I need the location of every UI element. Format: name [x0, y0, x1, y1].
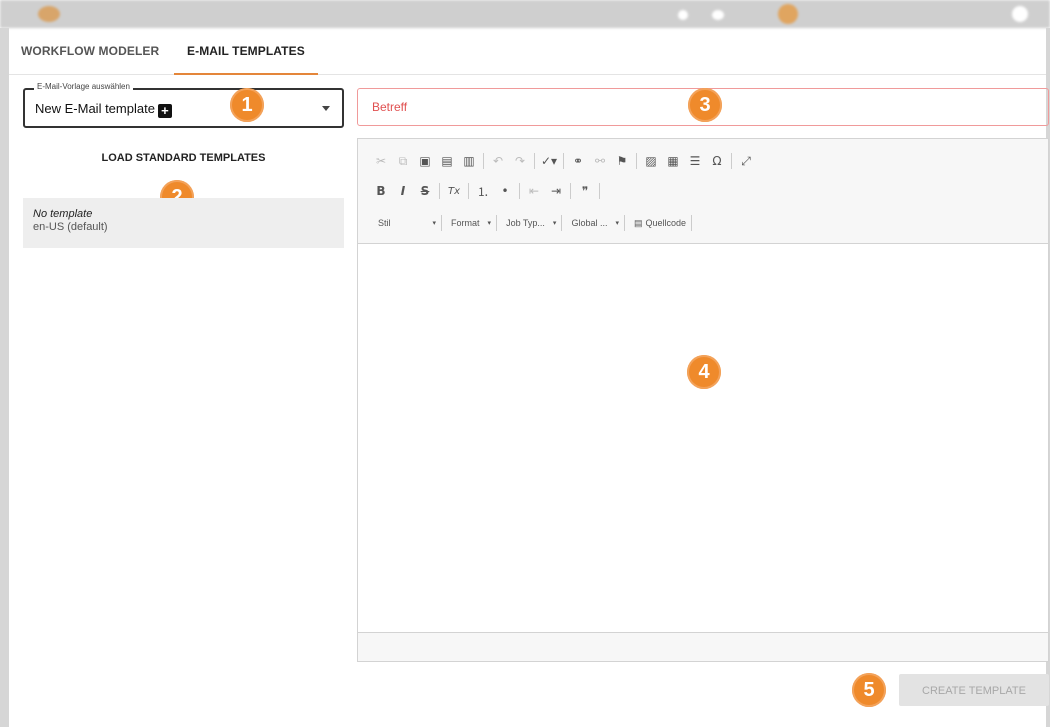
app-header-bar [0, 0, 1050, 28]
maximize-icon[interactable]: ⤢ [737, 152, 755, 170]
step-badge-4: 4 [687, 355, 721, 389]
plus-icon: + [157, 104, 172, 118]
step-badge-5: 5 [852, 673, 886, 707]
toolbar-row-3: Stil ▾ Format ▾ Job Typ... ▾ Global ... ▾ ▤ Quell… [374, 213, 697, 233]
dropdown-label: Stil [378, 218, 391, 228]
dropdown-job-typ[interactable]: Job Typ... ▾ [502, 214, 560, 232]
toolbar-separator [561, 215, 563, 231]
cut-icon[interactable]: ✂ [372, 152, 390, 170]
load-standard-templates-button[interactable]: LOAD STANDARD TEMPLATES [23, 152, 344, 164]
editor-content-area[interactable] [358, 244, 1048, 634]
toolbar-separator [496, 215, 498, 231]
toolbar-separator [623, 215, 625, 231]
strike-icon[interactable]: S [416, 182, 434, 200]
spellcheck-icon[interactable]: ✓▾ [540, 152, 558, 170]
horizontal-line-icon[interactable]: ☰ [686, 152, 704, 170]
cart-icon[interactable] [712, 10, 724, 20]
editor-status-bar [358, 632, 1048, 661]
italic-icon[interactable]: I [394, 182, 412, 200]
left-rail [0, 28, 9, 727]
bulleted-list-icon[interactable]: • [496, 182, 514, 200]
create-template-button[interactable]: CREATE TEMPLATE [899, 674, 1049, 706]
toolbar-separator [599, 183, 600, 199]
redo-icon[interactable]: ↷ [511, 152, 529, 170]
link-icon[interactable]: ⚭ [569, 152, 587, 170]
avatar[interactable] [778, 4, 798, 24]
toolbar-separator [519, 183, 520, 199]
tab-bar: WORKFLOW MODELER E-MAIL TEMPLATES [9, 28, 1046, 75]
chevron-down-icon: ▾ [487, 220, 492, 227]
toolbar-row-1: ✂ ⧉ ▣ ▤ ▥ ↶ ↷ ✓▾ ⚭ ⚯ ⚑ ▨ ▦ ☰ Ω ⤢ [372, 151, 759, 171]
tab-email-templates[interactable]: E-MAIL TEMPLATES [174, 28, 318, 75]
dropdown-label: Job Typ... [506, 218, 545, 228]
chevron-down-icon: ▾ [615, 220, 619, 227]
dropdown-stil[interactable]: Stil ▾ [374, 214, 440, 232]
template-select-label: E-Mail-Vorlage auswählen [34, 82, 133, 91]
unlink-icon[interactable]: ⚯ [591, 152, 609, 170]
toolbar-separator [691, 215, 693, 231]
indent-icon[interactable]: ⇥ [547, 182, 565, 200]
blockquote-icon[interactable]: ❞ [576, 182, 594, 200]
dropdown-label: Quellcode [645, 218, 687, 228]
subject-input[interactable] [370, 99, 974, 115]
dropdown-global[interactable]: Global ... ▾ [567, 214, 623, 232]
user-icon[interactable] [1012, 6, 1028, 22]
toolbar-separator [636, 153, 637, 169]
paste-word-icon[interactable]: ▥ [460, 152, 478, 170]
paste-text-icon[interactable]: ▤ [438, 152, 456, 170]
template-locale: en-US (default) [33, 221, 108, 233]
chevron-down-icon: ▾ [552, 220, 557, 227]
template-select[interactable]: E-Mail-Vorlage auswählen New E-Mail temp… [23, 82, 344, 128]
undo-icon[interactable]: ↶ [489, 152, 507, 170]
toolbar-separator [439, 183, 440, 199]
template-select-value: New E-Mail template + [35, 101, 172, 118]
bold-icon[interactable]: B [372, 182, 390, 200]
special-char-icon[interactable]: Ω [708, 152, 726, 170]
paste-icon[interactable]: ▣ [416, 152, 434, 170]
chevron-down-icon[interactable] [322, 106, 330, 111]
step-badge-3: 3 [688, 88, 722, 122]
outdent-icon[interactable]: ⇤ [525, 182, 543, 200]
step-badge-1: 1 [230, 88, 264, 122]
template-name: No template [33, 208, 93, 220]
dropdown-label: Format [451, 218, 480, 228]
image-icon[interactable]: ▨ [642, 152, 660, 170]
copy-icon[interactable]: ⧉ [394, 152, 412, 170]
toolbar-separator [441, 215, 443, 231]
toolbar-separator [570, 183, 571, 199]
table-icon[interactable]: ▦ [664, 152, 682, 170]
tab-workflow-modeler[interactable]: WORKFLOW MODELER [21, 28, 159, 74]
app-logo [38, 6, 60, 22]
editor-toolbar: ✂ ⧉ ▣ ▤ ▥ ↶ ↷ ✓▾ ⚭ ⚯ ⚑ ▨ ▦ ☰ Ω ⤢ B I S Tx ⒈ • ⇤ ⇥ ❞ Stil ▾ Format… [358, 139, 1048, 244]
chevron-down-icon: ▾ [432, 220, 437, 227]
toolbar-separator [483, 153, 484, 169]
toolbar-row-2: B I S Tx ⒈ • ⇤ ⇥ ❞ [372, 181, 605, 201]
remove-format-icon[interactable]: Tx [445, 182, 463, 200]
numbered-list-icon[interactable]: ⒈ [474, 182, 492, 200]
source-code-button[interactable]: ▤ Quellcode [630, 214, 690, 232]
list-item[interactable]: No template en-US (default) [23, 198, 344, 248]
dropdown-format[interactable]: Format ▾ [447, 214, 495, 232]
toolbar-separator [731, 153, 732, 169]
source-code-icon: ▤ [633, 217, 643, 228]
toolbar-separator [563, 153, 564, 169]
dropdown-label: Global ... [571, 218, 608, 228]
anchor-flag-icon[interactable]: ⚑ [613, 152, 631, 170]
home-icon[interactable] [678, 10, 688, 20]
toolbar-separator [534, 153, 535, 169]
toolbar-separator [468, 183, 469, 199]
rich-text-editor: ✂ ⧉ ▣ ▤ ▥ ↶ ↷ ✓▾ ⚭ ⚯ ⚑ ▨ ▦ ☰ Ω ⤢ B I S Tx ⒈ • ⇤ ⇥ ❞ Stil ▾ Format… [357, 138, 1049, 662]
